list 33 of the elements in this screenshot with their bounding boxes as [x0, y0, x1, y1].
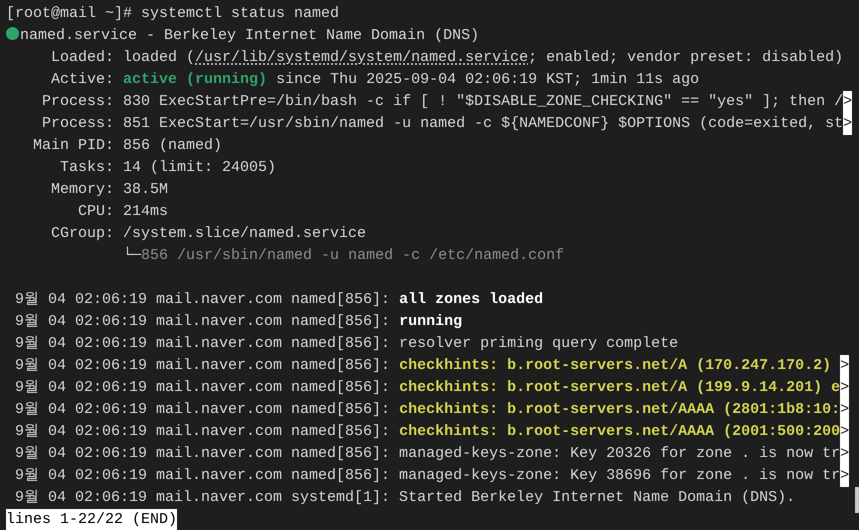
terminal-line: Process: 851 ExecStart=/usr/sbin/named -u named -c ${NAMEDCONF} $OPTIONS (code=exited, st	[41, 115, 844, 132]
terminal-line: 9월 04 02:06:19 mail.naver.com named[856]: checkhints: b.root-servers.net/A (170.247.170.2)	[14, 357, 832, 374]
terminal-line: CGroup: /system.slice/named.service	[50, 225, 366, 242]
overflow-marker: >	[843, 91, 852, 113]
overflow-marker: >	[840, 377, 850, 399]
terminal-line: 9월 04 02:06:19 mail.naver.com named[856]: managed-keys-zone: Key 38696 for zone . is now tr	[14, 467, 840, 484]
terminal-line: Active: active (running) since Thu 2025-09-04 02:06:19 KST; 1min 11s ago	[50, 71, 700, 88]
overflow-marker: >	[840, 399, 850, 421]
terminal-line: Main PID: 856 (named)	[32, 137, 222, 154]
terminal-line: Loaded: loaded (/usr/lib/systemd/system/named.service; enabled; vendor preset: disabled)	[50, 49, 844, 66]
terminal-line: Memory: 38.5M	[50, 181, 168, 198]
terminal-line: 9월 04 02:06:19 mail.naver.com systemd[1]: Started Berkeley Internet Name Domain (DNS).	[14, 489, 796, 506]
overflow-marker: >	[840, 421, 850, 443]
scrollbar-thumb[interactable]	[855, 487, 859, 513]
overflow-marker: >	[840, 443, 850, 465]
terminal-line: 9월 04 02:06:19 mail.naver.com named[856]: checkhints: b.root-servers.net/AAAA (2801:1b8:10:	[14, 401, 840, 418]
terminal-line: 9월 04 02:06:19 mail.naver.com named[856]: checkhints: b.root-servers.net/A (199.9.14.201) e	[14, 379, 840, 396]
terminal-line: Tasks: 14 (limit: 24005)	[59, 159, 276, 176]
terminal-line: CPU: 214ms	[77, 203, 168, 220]
terminal-line: named.service - Berkeley Internet Name Domain (DNS)	[20, 27, 480, 44]
terminal-line: Process: 830 ExecStartPre=/bin/bash -c if [ ! "$DISABLE_ZONE_CHECKING" == "yes" ]; then /	[41, 93, 844, 110]
terminal-line: 9월 04 02:06:19 mail.naver.com named[856]: resolver priming query complete	[14, 335, 678, 352]
terminal-line: 9월 04 02:06:19 mail.naver.com named[856]: running	[14, 313, 462, 330]
terminal-line: └─856 /usr/sbin/named -u named -c /etc/named.conf	[122, 247, 564, 264]
overflow-marker: >	[840, 465, 850, 487]
pager-status: lines 1-22/22 (END)	[6, 509, 178, 530]
terminal-line: 9월 04 02:06:19 mail.naver.com named[856]: managed-keys-zone: Key 20326 for zone . is now tr	[14, 445, 840, 462]
file-path-link[interactable]: /usr/lib/systemd/system/named.service	[195, 49, 528, 66]
terminal-line: 9월 04 02:06:19 mail.naver.com named[856]: checkhints: b.root-servers.net/AAAA (2001:500:200	[14, 423, 840, 440]
overflow-marker: >	[840, 355, 850, 377]
terminal-line: [root@mail ~]# systemctl status named	[6, 5, 340, 22]
terminal-line: 9월 04 02:06:19 mail.naver.com named[856]: all zones loaded	[14, 291, 544, 308]
overflow-marker: >	[843, 113, 852, 135]
